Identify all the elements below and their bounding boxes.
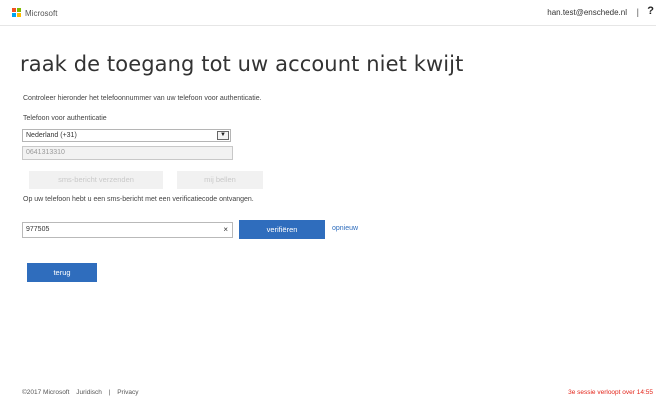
resend-link[interactable]: opnieuw	[332, 225, 358, 232]
country-select-value: Nederland (+31)	[26, 132, 77, 139]
microsoft-logo[interactable]: Microsoft	[12, 8, 57, 18]
logo-text: Microsoft	[25, 8, 58, 18]
legal-link[interactable]: Juridisch	[76, 389, 102, 396]
header-separator: |	[636, 7, 639, 17]
user-account-link[interactable]: han.test@enschede.nl	[547, 8, 627, 17]
session-timer: 3e sessie verloopt over 14:55	[568, 389, 653, 396]
send-sms-button[interactable]: sms-bericht verzenden	[29, 171, 163, 189]
country-select[interactable]: Nederland (+31) ▼	[22, 129, 231, 142]
clear-icon[interactable]: ×	[223, 223, 228, 237]
verify-button[interactable]: verifiëren	[239, 220, 325, 239]
verification-code-field[interactable]: 977505 ×	[22, 222, 233, 238]
phone-number-field[interactable]: 0641313310	[22, 146, 233, 160]
phone-label: Telefoon voor authenticatie	[23, 115, 107, 122]
sms-info-text: Op uw telefoon hebt u een sms-bericht me…	[23, 196, 254, 203]
intro-text: Controleer hieronder het telefoonnummer …	[23, 95, 262, 102]
privacy-link[interactable]: Privacy	[117, 389, 138, 396]
call-me-button[interactable]: mij bellen	[177, 171, 263, 189]
copyright-text: ©2017 Microsoft	[22, 389, 70, 396]
top-bar: Microsoft han.test@enschede.nl | ?	[0, 0, 656, 26]
chevron-down-icon[interactable]: ▼	[217, 131, 229, 140]
footer: ©2017 Microsoft Juridisch | Privacy	[22, 389, 144, 396]
page: Microsoft han.test@enschede.nl | ? raak …	[0, 0, 656, 401]
back-button[interactable]: terug	[27, 263, 97, 282]
help-icon[interactable]: ?	[647, 5, 654, 17]
verification-code-value: 977505	[26, 226, 50, 233]
microsoft-logo-icon	[12, 8, 22, 18]
page-title: raak de toegang tot uw account niet kwij…	[20, 52, 464, 76]
footer-separator: |	[108, 389, 111, 396]
